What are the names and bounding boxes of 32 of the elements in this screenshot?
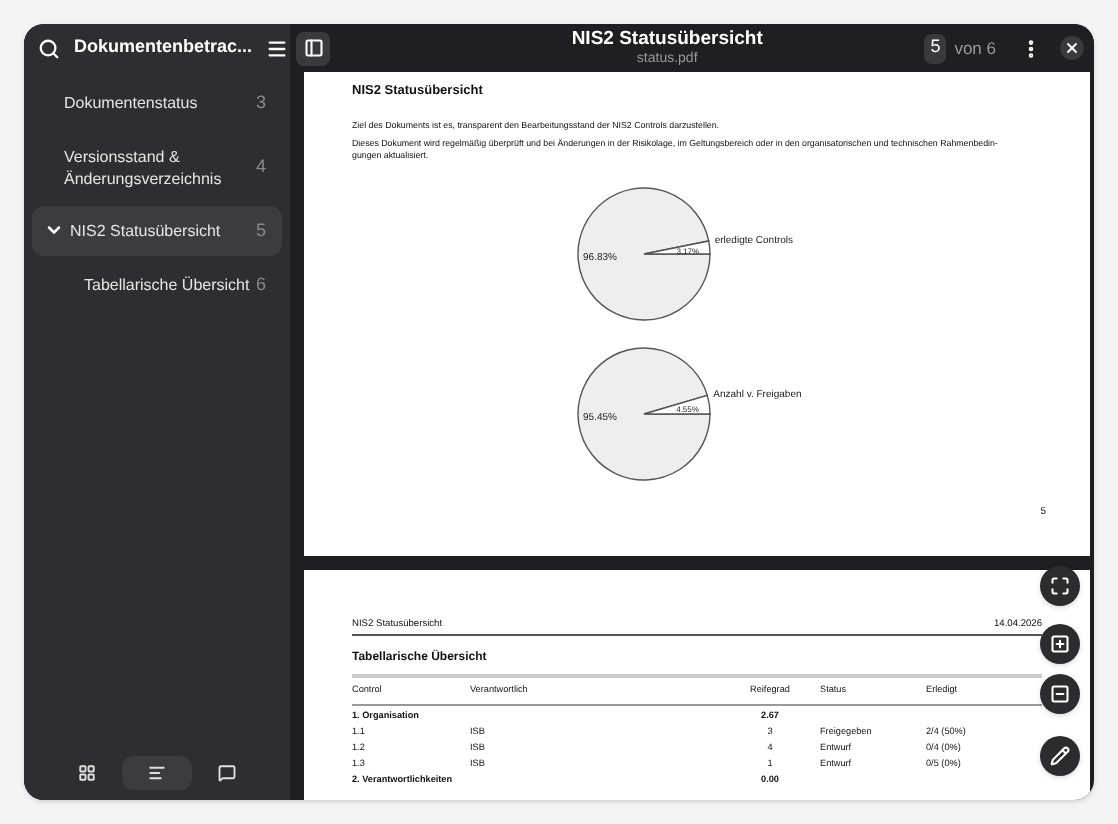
speech-bubble-icon	[218, 764, 236, 782]
outline-item-label: Versionsstand & Änderungsverzeichnis	[64, 145, 224, 189]
sidebar-title: Dokumentenbetrac...	[74, 34, 253, 61]
close-icon	[1064, 40, 1080, 56]
grid-icon	[78, 764, 96, 782]
menu-icon	[266, 37, 289, 59]
page-total: von 6	[954, 35, 996, 61]
sidebar-tab[interactable]	[122, 756, 192, 790]
page-number: 5	[255, 217, 266, 243]
pencil-icon	[1050, 746, 1070, 766]
outline-item[interactable]: Versionsstand & Änderungsverzeichnis 4	[32, 133, 282, 201]
window-title: NIS2 Statusübersicht	[571, 30, 763, 50]
outline-item-label: Tabellarische Übersicht	[84, 274, 252, 297]
page-number: 3	[255, 90, 266, 116]
menu-button[interactable]	[264, 35, 291, 61]
outline-item[interactable]: NIS2 Statusübersicht 5	[32, 205, 282, 256]
search-icon	[38, 37, 60, 59]
outline-item[interactable]: Tabellarische Übersicht 6	[32, 260, 282, 311]
page-number: 4	[255, 153, 266, 180]
lines-icon	[148, 764, 166, 782]
search-button[interactable]	[36, 35, 62, 61]
expand-icon	[1050, 576, 1070, 596]
outline-item[interactable]: Dokumentenstatus 3	[32, 78, 282, 129]
minus-icon	[1050, 684, 1070, 704]
plus-icon	[1050, 634, 1070, 654]
sidebar-panel-icon	[303, 38, 323, 58]
outline-item-label: Dokumentenstatus	[64, 92, 200, 115]
outline-item-label: NIS2 Statusübersicht	[70, 219, 223, 242]
close-button[interactable]	[1060, 36, 1084, 60]
sidebar-toggle-button[interactable]	[296, 31, 330, 65]
page-input[interactable]: 5	[924, 33, 947, 63]
page-number: 6	[255, 272, 266, 298]
